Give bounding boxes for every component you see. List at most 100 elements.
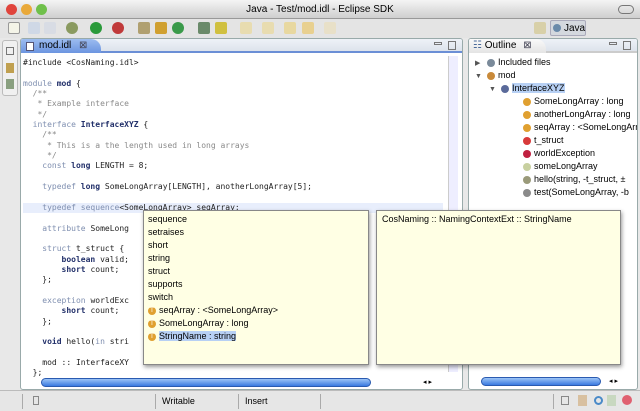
fast-view-icon[interactable] (33, 396, 39, 405)
perspective-label: Java (564, 23, 586, 34)
status-bar: Writable Insert (0, 390, 640, 411)
javadoc-icon[interactable] (594, 396, 603, 405)
forward-icon[interactable] (324, 22, 336, 34)
open-type-icon[interactable] (198, 22, 210, 34)
open-perspective-icon[interactable] (534, 22, 546, 34)
restore-icon[interactable] (6, 47, 14, 55)
outline-title: Outline (484, 40, 517, 51)
code-token: InterfaceXYZ (75, 120, 139, 130)
new-project-icon[interactable] (138, 22, 150, 34)
new-package-icon[interactable] (155, 22, 167, 34)
toolbar-toggle-button[interactable] (618, 5, 634, 14)
run-icon[interactable] (90, 22, 102, 34)
outline-item[interactable]: hello(string, -t_struct, ± (503, 173, 625, 185)
debug-icon[interactable] (66, 22, 78, 34)
code-token: /** (23, 89, 48, 99)
struct-icon (523, 136, 531, 145)
code-token: interface (23, 120, 76, 130)
outline-item[interactable]: seqArray : <SomeLongArray> (503, 121, 637, 133)
maximize-icon[interactable] (448, 41, 456, 50)
next-annotation-icon[interactable] (240, 22, 252, 34)
outline-item[interactable]: t_struct (503, 134, 564, 146)
completion-item[interactable]: short (148, 239, 168, 252)
minimize-window-button[interactable] (21, 4, 32, 15)
last-edit-icon[interactable] (284, 22, 296, 34)
tab-outline[interactable]: ☷ Outline ⊠ (469, 39, 546, 53)
outline-horizontal-scrollbar[interactable] (481, 377, 601, 386)
external-tools-icon[interactable] (112, 22, 124, 34)
completion-item[interactable]: supports (148, 278, 183, 291)
code-token: hello( (61, 337, 96, 347)
java-perspective-button[interactable]: Java (550, 20, 586, 36)
code-token: t_struct { (71, 244, 125, 254)
completion-label: short (148, 240, 169, 250)
completion-item[interactable]: switch (148, 291, 173, 304)
outline-item[interactable]: ▼ InterfaceXYZ (489, 82, 565, 96)
outline-label: worldException (534, 148, 596, 158)
close-window-button[interactable] (6, 4, 17, 15)
code-token: }; (23, 275, 52, 285)
code-token: const (23, 161, 67, 171)
content-assist-list: sequence setraises short string struct suppor… (143, 210, 369, 365)
print-icon[interactable] (44, 22, 56, 34)
completion-label: sequence (148, 214, 188, 224)
outline-item[interactable]: anotherLongArray : long (503, 108, 631, 120)
zoom-window-button[interactable] (36, 4, 47, 15)
completion-item[interactable]: sequence (148, 213, 187, 226)
code-token: exception (23, 295, 86, 305)
code-token: in (95, 337, 105, 347)
completion-label: setraises (148, 227, 185, 237)
code-line: */ (23, 110, 443, 120)
code-line: /** (23, 130, 443, 140)
outline-item[interactable]: SomeLongArray : long (503, 95, 624, 107)
problems-icon[interactable] (578, 395, 587, 406)
code-token: long (66, 161, 91, 171)
outline-item[interactable]: worldException (503, 147, 595, 159)
completion-item[interactable]: setraises (148, 226, 184, 239)
previous-annotation-icon[interactable] (262, 22, 274, 34)
maximize-icon[interactable] (623, 41, 631, 50)
back-icon[interactable] (302, 22, 314, 34)
hierarchy-icon[interactable] (6, 63, 14, 73)
tab-mod-idl[interactable]: mod.idl ⊠ (21, 39, 102, 53)
collapse-arrow-icon[interactable]: ▼ (475, 71, 487, 83)
completion-item[interactable]: TseqArray : <SomeLongArray> (148, 304, 278, 317)
restore-icon[interactable] (561, 396, 569, 405)
code-token: LENGTH = 8; (90, 161, 149, 171)
completion-item[interactable]: T SomeLongArray : long (148, 317, 249, 330)
scroll-left-right-arrows[interactable]: ◂ ▸ (423, 378, 432, 386)
save-icon[interactable] (28, 22, 40, 34)
outline-item[interactable]: ▶ Included files (475, 56, 551, 70)
completion-label: switch (148, 292, 174, 302)
search-icon[interactable] (215, 22, 227, 34)
progress-icon[interactable] (622, 395, 632, 405)
interface-icon (501, 84, 509, 93)
scroll-left-right-arrows[interactable]: ◂ ▸ (609, 377, 618, 385)
code-token: * This is a the length used in long arra… (23, 140, 250, 150)
completion-item[interactable]: string (148, 252, 170, 265)
operation-icon (523, 175, 531, 184)
code-line: module mod { (23, 79, 443, 89)
outline-item[interactable]: test(SomeLongArray, -b (503, 186, 629, 198)
minimize-icon[interactable] (434, 42, 442, 45)
new-icon[interactable] (8, 22, 20, 34)
outline-label: Included files (498, 57, 551, 67)
editor-horizontal-scrollbar[interactable] (41, 378, 371, 387)
code-token: SomeLongArray[LENGTH], anotherLongArray[… (100, 182, 312, 192)
declaration-icon[interactable] (607, 395, 616, 406)
new-class-icon[interactable] (172, 22, 184, 34)
close-tab-icon[interactable]: ⊠ (79, 40, 87, 51)
collapse-arrow-icon[interactable]: ▼ (489, 84, 501, 96)
code-token: struct (23, 244, 72, 254)
completion-item[interactable]: T StringName : string (148, 330, 237, 343)
code-token: void (23, 337, 62, 347)
code-line: */ (23, 151, 443, 161)
outline-item[interactable]: ▼ mod (475, 69, 516, 83)
close-tab-icon[interactable]: ⊠ (523, 40, 531, 51)
code-line: typedef long SomeLongArray[LENGTH], anot… (23, 182, 443, 192)
outline-item[interactable]: someLongArray (503, 160, 598, 172)
code-line: /** (23, 89, 443, 99)
minimize-icon[interactable] (609, 42, 617, 45)
completion-item[interactable]: struct (148, 265, 170, 278)
package-explorer-icon[interactable] (6, 79, 14, 89)
